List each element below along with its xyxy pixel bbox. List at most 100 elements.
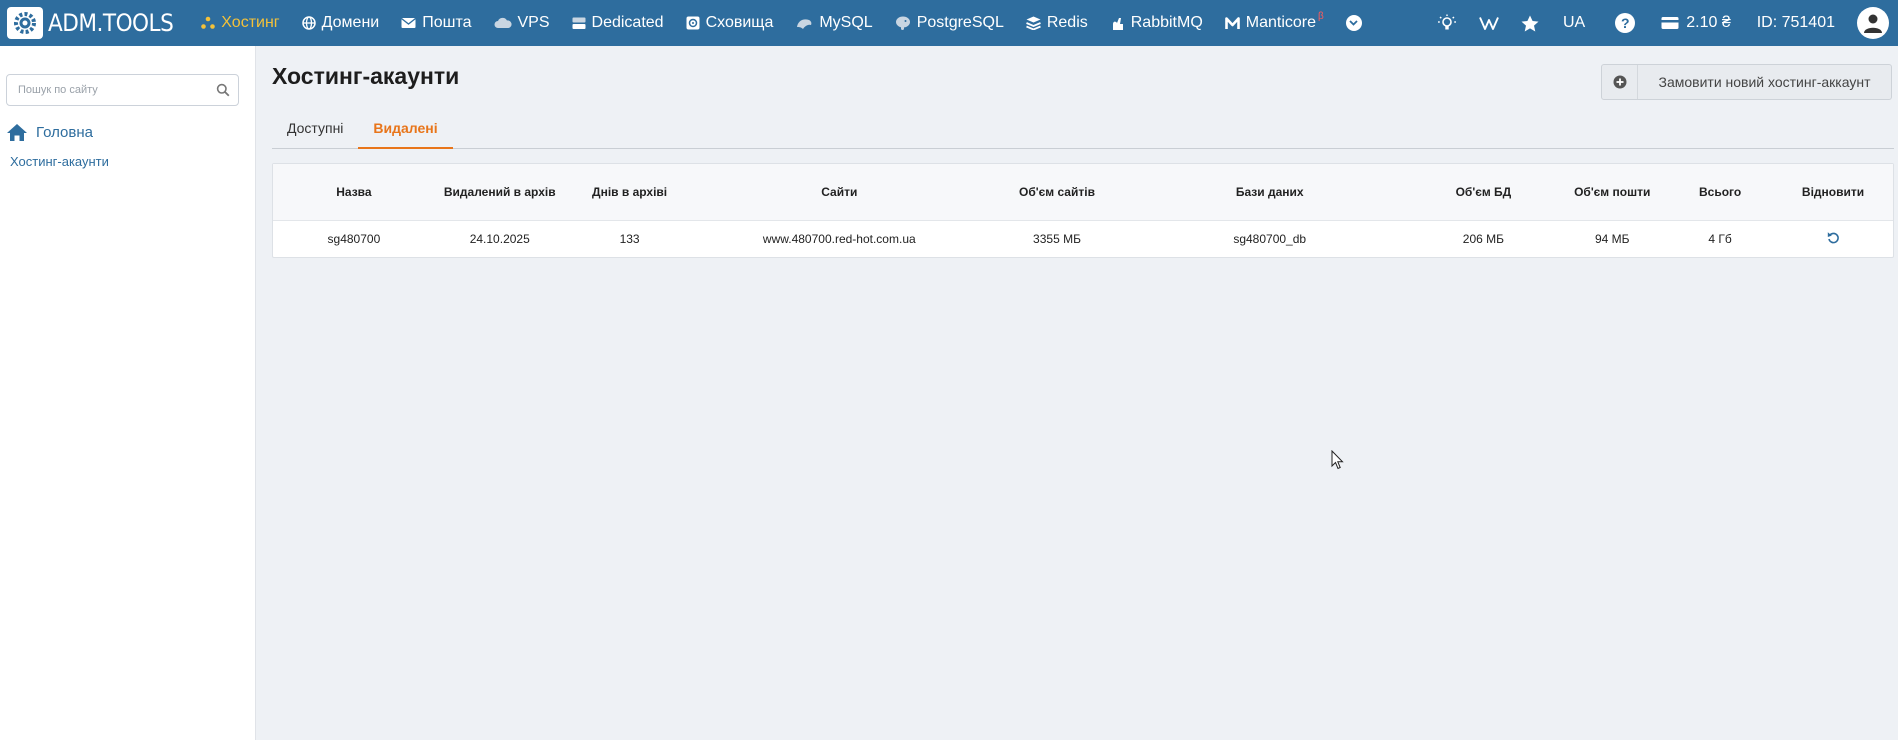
search-icon[interactable] xyxy=(216,83,230,97)
nav-item-label: Домени xyxy=(321,14,380,31)
nav-item-rabbitmq[interactable]: RabbitMQ xyxy=(1110,14,1203,32)
nav-item-label: VPS xyxy=(517,14,550,31)
order-hosting-label: Замовити новий хостинг-аккаунт xyxy=(1658,74,1871,90)
redis-icon xyxy=(1025,16,1041,30)
nav-item-label: MySQL xyxy=(819,14,873,31)
nav-item-label: Хостинг xyxy=(221,14,280,31)
language-button[interactable]: UA xyxy=(1563,14,1585,32)
column-header: Об'єм пошти xyxy=(1557,164,1668,221)
nav-item-domains[interactable]: Домени xyxy=(301,14,380,32)
mouse-cursor-icon xyxy=(1331,450,1344,470)
user-menu-button[interactable] xyxy=(1857,7,1889,39)
language-label: UA xyxy=(1563,14,1586,31)
nav-item-label: Manticore xyxy=(1245,14,1317,31)
sidebar-item-home[interactable]: Головна xyxy=(6,123,93,142)
sidebar-item-hosting-accounts[interactable]: Хостинг-акаунти xyxy=(10,154,109,169)
tab-deleted[interactable]: Видалені xyxy=(358,113,453,149)
sidebar: Головна Хостинг-акаунти xyxy=(0,46,256,740)
postgresql-icon xyxy=(895,16,910,30)
nav-item-label: Пошта xyxy=(422,14,472,31)
plus-circle-icon xyxy=(1602,65,1638,99)
nav-item-dedicated[interactable]: Dedicated xyxy=(572,14,664,32)
nav-item-mail[interactable]: Пошта xyxy=(401,14,472,32)
beta-badge: β xyxy=(1318,10,1324,22)
nav-item-redis[interactable]: Redis xyxy=(1025,14,1088,32)
deleted-accounts-table: Назва Видалений в архів Днів в архіві Са… xyxy=(272,163,1894,258)
table-row: sg480700 24.10.2025 133 www.480700.red-h… xyxy=(273,220,1893,257)
manticore-icon xyxy=(1224,16,1240,29)
column-header: Бази даних xyxy=(1129,164,1410,221)
home-icon xyxy=(7,124,27,141)
cell-days-archived: 133 xyxy=(619,231,640,246)
cell-db-size: 206 МБ xyxy=(1462,231,1505,246)
user-icon xyxy=(1864,14,1882,33)
cell-archived-date: 24.10.2025 xyxy=(469,231,530,246)
account-id: ID: 751401 xyxy=(1757,14,1835,32)
column-header: Видалений в архів xyxy=(434,164,565,221)
nav-item-postgresql[interactable]: PostgreSQL xyxy=(895,14,1004,32)
storage-icon xyxy=(686,16,700,30)
nav-item-hosting[interactable]: Хостинг xyxy=(201,14,280,32)
favorites-button[interactable] xyxy=(1521,15,1539,32)
star-icon xyxy=(1521,15,1539,31)
cell-databases: sg480700_db xyxy=(1233,231,1307,246)
top-right-tools: UA ? 2.10 ₴ ID: 751401 xyxy=(1437,0,1898,46)
cloud-icon xyxy=(494,17,512,28)
nav-item-label: PostgreSQL xyxy=(916,14,1004,31)
cell-name: sg480700 xyxy=(327,231,381,246)
nav-item-label: Redis xyxy=(1046,14,1088,31)
column-header: Об'єм БД xyxy=(1409,164,1558,221)
column-header: Об'єм сайтів xyxy=(984,164,1130,221)
top-navbar: ADM.TOOLS Хостинг Домени Пошта VPS Dedic… xyxy=(0,0,1898,46)
avatar xyxy=(1857,7,1889,39)
main-nav: Хостинг Домени Пошта VPS Dedicated Схови… xyxy=(201,0,1362,46)
wiki-button[interactable] xyxy=(1479,16,1499,30)
credit-card-icon xyxy=(1661,17,1679,29)
nav-item-label: Dedicated xyxy=(591,14,664,31)
hosting-icon xyxy=(201,16,216,29)
search-input[interactable] xyxy=(7,84,216,96)
column-header: Назва xyxy=(273,164,435,221)
cell-sites-size: 3355 МБ xyxy=(1033,231,1081,246)
nav-item-label: RabbitMQ xyxy=(1130,14,1203,31)
logo-text: ADM.TOOLS xyxy=(48,9,174,37)
undo-icon xyxy=(1827,231,1839,244)
sidebar-item-label: Головна xyxy=(36,124,93,141)
balance-button[interactable]: 2.10 ₴ xyxy=(1661,14,1731,32)
ideas-button[interactable] xyxy=(1437,14,1457,32)
cell-mail-size: 94 МБ xyxy=(1594,231,1630,246)
column-header: Сайти xyxy=(694,164,985,221)
globe-icon xyxy=(301,16,316,30)
column-header: Днів в архіві xyxy=(564,164,695,221)
wikipedia-icon xyxy=(1479,17,1499,30)
cell-sites: www.480700.red-hot.com.ua xyxy=(762,231,916,246)
help-icon: ? xyxy=(1615,13,1636,33)
logo[interactable]: ADM.TOOLS xyxy=(7,0,174,46)
mail-icon xyxy=(401,17,417,28)
balance-value: 2.10 ₴ xyxy=(1686,14,1731,31)
server-icon xyxy=(572,17,586,29)
nav-item-storage[interactable]: Сховища xyxy=(686,14,774,32)
column-header: Відновити xyxy=(1773,164,1893,221)
tab-available[interactable]: Доступні xyxy=(272,113,358,149)
mysql-icon xyxy=(797,19,812,29)
nav-item-manticore[interactable]: Manticore β xyxy=(1224,10,1324,32)
table-header-row: Назва Видалений в архів Днів в архіві Са… xyxy=(273,164,1893,221)
nav-item-vps[interactable]: VPS xyxy=(494,14,550,32)
account-tabs: Доступні Видалені xyxy=(272,113,1894,149)
rabbitmq-icon xyxy=(1112,17,1123,30)
account-id-label: ID: 751401 xyxy=(1756,14,1835,31)
nav-item-label: Сховища xyxy=(705,14,774,31)
lightbulb-icon xyxy=(1438,14,1456,30)
nav-item-mysql[interactable]: MySQL xyxy=(795,14,873,32)
site-search xyxy=(6,74,239,106)
order-hosting-button[interactable]: Замовити новий хостинг-аккаунт xyxy=(1601,64,1892,100)
more-nav-button[interactable] xyxy=(1345,15,1362,31)
logo-gear-icon xyxy=(7,7,43,39)
page-title: Хостинг-акаунти xyxy=(272,63,460,89)
chevron-down-icon xyxy=(1349,20,1358,26)
column-header: Всього xyxy=(1667,164,1774,221)
restore-button[interactable] xyxy=(1827,231,1840,244)
cell-total: 4 Гб xyxy=(1708,231,1732,246)
help-button[interactable]: ? xyxy=(1615,13,1636,33)
